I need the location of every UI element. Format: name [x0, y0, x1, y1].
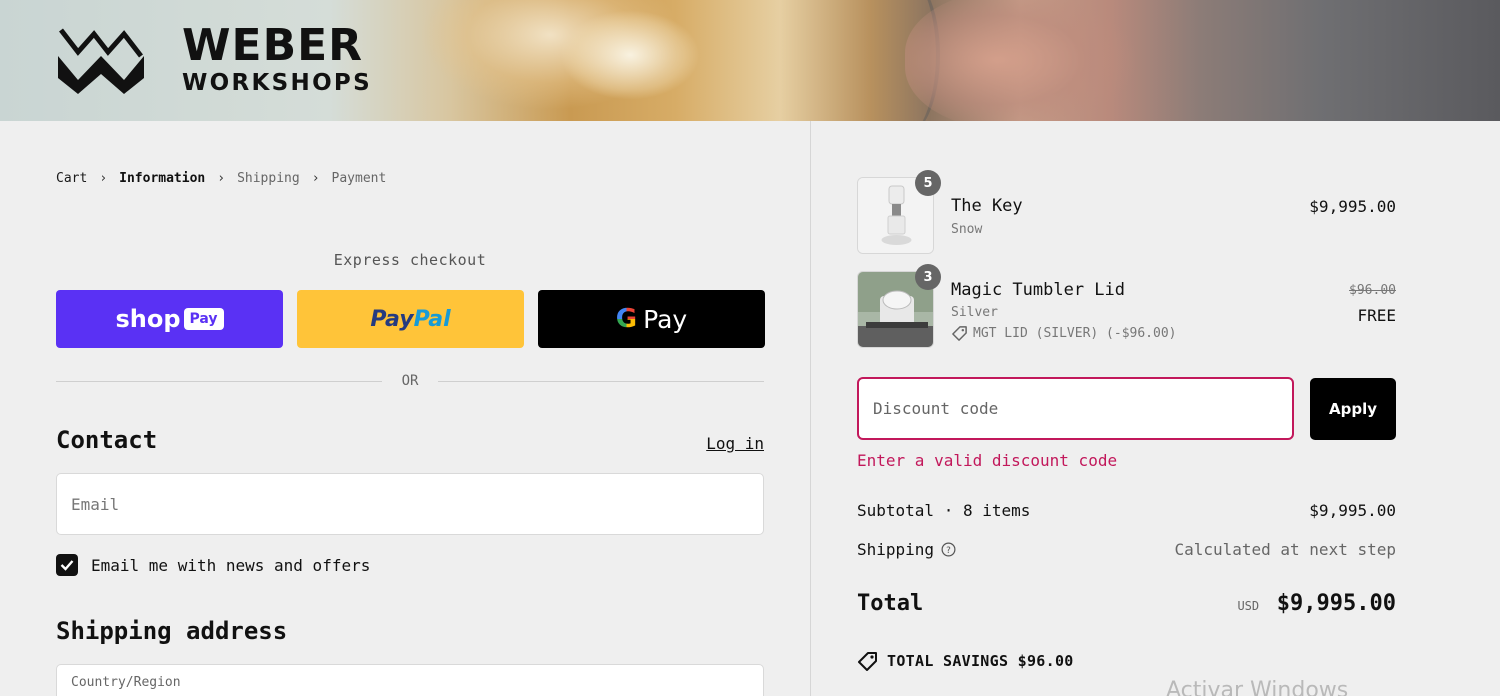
newsletter-label: Email me with news and offers [91, 555, 371, 575]
breadcrumb: Cart › Information › Shipping › Payment [56, 171, 386, 186]
shop-pay-wordmark: shop [115, 305, 181, 333]
contact-heading: Contact [56, 426, 158, 454]
discount-code-input[interactable] [859, 379, 1292, 438]
paypal-button[interactable]: Pay Pal [297, 290, 524, 348]
brand-line-1: WEBER [182, 20, 364, 71]
country-label: Country/Region [71, 675, 181, 690]
total-value: $9,995.00 [1276, 591, 1396, 616]
tag-icon [952, 326, 967, 341]
log-in-link[interactable]: Log in [706, 434, 764, 453]
breadcrumb-shipping: Shipping [237, 171, 300, 186]
breadcrumb-information: Information [119, 171, 206, 186]
breadcrumb-payment: Payment [331, 171, 387, 186]
shop-pay-pill: Pay [183, 308, 224, 330]
os-activation-watermark: Activar Windows [1166, 678, 1349, 696]
line-item-name: The Key [951, 196, 1023, 216]
google-pay-wordmark: Pay [643, 304, 688, 334]
brand-logo[interactable]: WEBER WORKSHOPS [58, 24, 372, 95]
apply-discount-button[interactable]: Apply [1310, 378, 1396, 440]
line-item-discount: MGT LID (SILVER) (-$96.00) [951, 325, 1177, 342]
svg-text:?: ? [946, 546, 951, 556]
shipping-row: Shipping ? Calculated at next step [857, 540, 1396, 559]
email-field [56, 473, 764, 535]
total-row: Total USD $9,995.00 [857, 591, 1396, 616]
brand-line-2: WORKSHOPS [182, 70, 372, 96]
chevron-right-icon: › [217, 171, 226, 186]
column-divider [810, 121, 811, 696]
or-divider: OR [56, 373, 765, 389]
paypal-wordmark-pal: Pal [413, 306, 451, 332]
original-price: $96.00 [1349, 283, 1396, 298]
total-savings: TOTAL SAVINGS $96.00 [857, 651, 1074, 671]
tag-icon [858, 652, 877, 671]
header-banner: WEBER WORKSHOPS [0, 0, 1500, 121]
line-item-variant: Silver [951, 305, 998, 320]
quantity-badge: 3 [915, 264, 941, 290]
line-item-price: FREE [1357, 306, 1396, 325]
breadcrumb-cart[interactable]: Cart [56, 171, 87, 186]
quantity-badge: 5 [915, 170, 941, 196]
question-circle-icon[interactable]: ? [941, 542, 956, 557]
discount-code-field [857, 377, 1294, 440]
discount-code-label: MGT LID (SILVER) (-$96.00) [973, 326, 1177, 341]
or-label: OR [401, 373, 419, 389]
email-input[interactable] [57, 474, 763, 534]
paypal-wordmark-pay: Pay [370, 306, 414, 332]
divider-line [438, 380, 765, 382]
total-label: Total [857, 591, 924, 616]
divider-line [56, 380, 382, 382]
shop-pay-button[interactable]: shop Pay [56, 290, 283, 348]
line-item-variant: Snow [951, 222, 983, 237]
shipping-value: Calculated at next step [1174, 540, 1396, 559]
express-checkout-title: Express checkout [333, 251, 487, 269]
shipping-label: Shipping [857, 540, 935, 559]
google-pay-button[interactable]: G Pay [538, 290, 765, 348]
total-savings-label: TOTAL SAVINGS $96.00 [887, 652, 1074, 670]
chevron-right-icon: › [311, 171, 320, 186]
subtotal-label: Subtotal · 8 items [857, 501, 1031, 520]
newsletter-option[interactable]: Email me with news and offers [56, 554, 370, 576]
line-item-name: Magic Tumbler Lid [951, 280, 1125, 300]
discount-error-message: Enter a valid discount code [857, 451, 1118, 470]
shipping-address-heading: Shipping address [56, 617, 288, 645]
chevron-right-icon: › [99, 171, 108, 186]
express-payment-buttons: shop Pay Pay Pal G Pay [56, 290, 765, 348]
subtotal-value: $9,995.00 [1309, 501, 1396, 520]
banner-image-foam-highlight [560, 10, 700, 100]
country-select[interactable]: Country/Region ⌄ [56, 664, 764, 696]
brand-wordmark: WEBER WORKSHOPS [182, 24, 372, 95]
checkmark-icon [60, 560, 74, 571]
chevron-down-icon: ⌄ [736, 687, 745, 696]
weber-logo-icon [58, 27, 144, 94]
banner-image-hand [905, 0, 1135, 121]
google-g-icon: G [615, 304, 638, 334]
line-item-price: $9,995.00 [1309, 197, 1396, 216]
newsletter-checkbox[interactable] [56, 554, 78, 576]
total-currency: USD [1237, 599, 1260, 613]
subtotal-row: Subtotal · 8 items $9,995.00 [857, 501, 1396, 520]
